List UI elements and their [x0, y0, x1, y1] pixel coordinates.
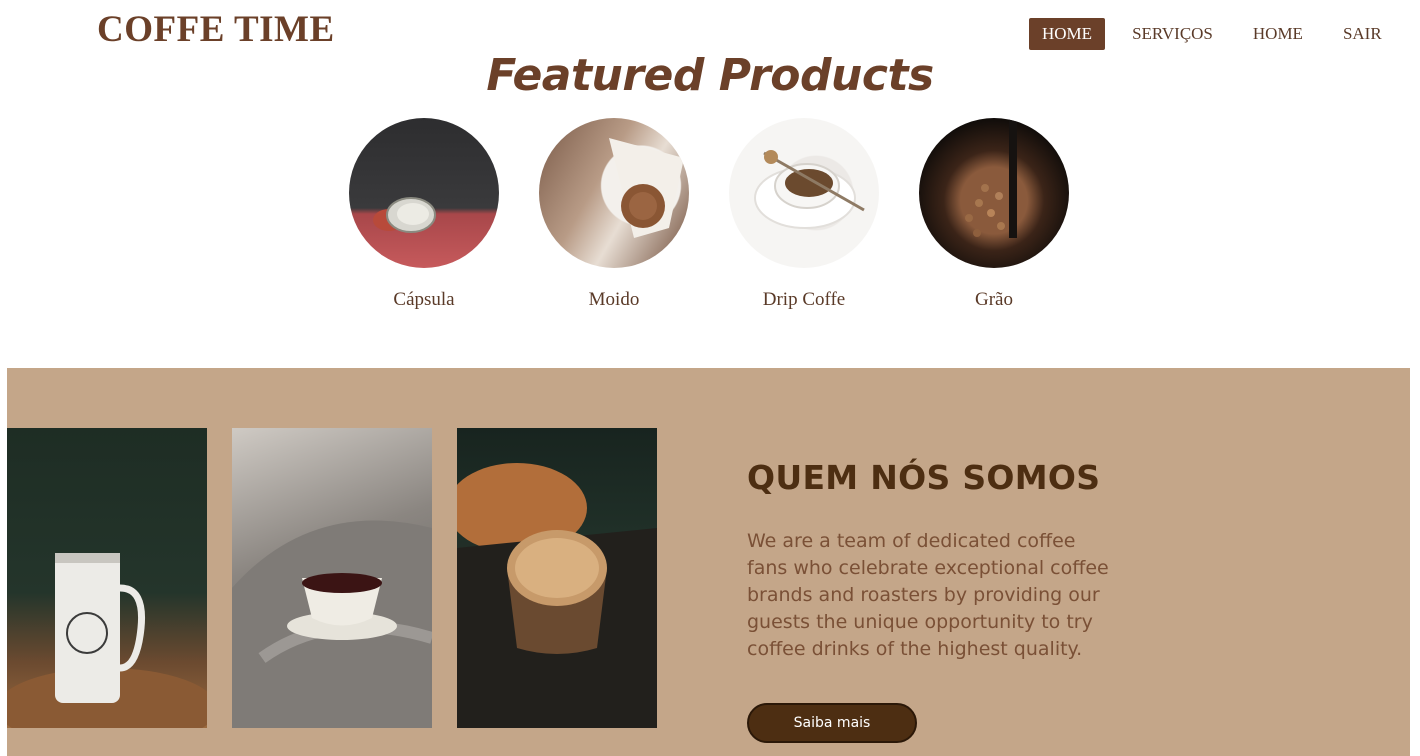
- product-label: Grão: [975, 289, 1013, 310]
- coffee-beans-image[interactable]: [919, 118, 1069, 268]
- nav-item-home[interactable]: HOME: [1029, 18, 1106, 50]
- product-card-capsula[interactable]: Cápsula: [349, 118, 499, 311]
- coffee-capsule-image[interactable]: [349, 118, 499, 268]
- nav-item-servicos[interactable]: SERVIÇOS: [1119, 18, 1226, 50]
- nav-item-sair[interactable]: SAIR: [1330, 18, 1395, 50]
- nav-item-home-2[interactable]: HOME: [1240, 18, 1316, 50]
- about-title: QUEM NÓS SOMOS: [747, 458, 1101, 497]
- product-list: Cápsula Moido Drip Coffe Grão: [0, 118, 1420, 318]
- product-card-moido[interactable]: Moido: [539, 118, 689, 311]
- product-label: Drip Coffe: [762, 289, 846, 310]
- product-label: Moido: [588, 289, 640, 310]
- about-text: We are a team of dedicated coffee fans w…: [747, 530, 1109, 660]
- about-section: QUEM NÓS SOMOS We are a team of dedicate…: [7, 368, 1410, 756]
- product-card-drip[interactable]: Drip Coffe: [729, 118, 879, 311]
- product-card-grao[interactable]: Grão: [919, 118, 1069, 311]
- drip-coffee-image[interactable]: [729, 118, 879, 268]
- featured-title: Featured Products: [486, 50, 934, 101]
- coffee-mug-photo: [7, 428, 207, 728]
- main-nav: HOME SERVIÇOS HOME SAIR: [1029, 18, 1395, 50]
- product-label: Cápsula: [393, 289, 455, 310]
- ground-coffee-image[interactable]: [539, 118, 689, 268]
- tea-cup-blanket-photo: [232, 428, 432, 728]
- latte-cup-photo: [457, 428, 657, 728]
- saiba-mais-button[interactable]: Saiba mais: [747, 703, 917, 743]
- brand-logo[interactable]: COFFE TIME: [97, 8, 335, 51]
